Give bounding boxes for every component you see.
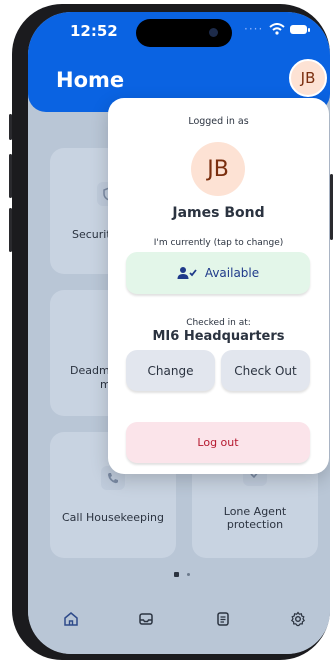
profile-avatar-button[interactable]: JB	[289, 59, 327, 97]
tab-notes[interactable]	[211, 607, 235, 631]
location-name: MI6 Headquarters	[152, 329, 285, 344]
dynamic-island	[136, 19, 232, 47]
avatar-initials: JB	[300, 69, 316, 87]
tab-inbox[interactable]	[134, 607, 158, 631]
tab-bar	[28, 597, 330, 654]
volume-down-button	[9, 208, 12, 252]
card-label: Lone Agent	[223, 505, 287, 518]
change-label: Change	[147, 363, 194, 378]
inbox-icon	[139, 613, 153, 625]
status-prompt: I'm currently (tap to change)	[153, 238, 284, 248]
profile-popover: Logged in as JB James Bond I'm currently…	[108, 98, 329, 474]
log-out-button[interactable]: Log out	[126, 422, 310, 463]
card-label: Call Housekeeping	[61, 511, 164, 524]
avatar-large: JB	[191, 142, 245, 196]
page-dot-active	[174, 572, 179, 577]
settings-icon	[290, 611, 306, 627]
home-icon	[64, 612, 78, 626]
change-button[interactable]: Change	[126, 350, 215, 391]
camera-icon	[209, 28, 218, 37]
mute-switch	[9, 114, 12, 140]
user-name: James Bond	[172, 205, 265, 221]
signal-icon: ····	[244, 22, 264, 36]
status-bar: 12:52 ····	[28, 12, 330, 52]
page-dot	[187, 573, 190, 576]
avatar-initials: JB	[207, 156, 229, 182]
battery-icon	[290, 25, 310, 34]
log-out-label: Log out	[197, 436, 239, 449]
card-label-line2: protection	[226, 518, 284, 531]
check-out-label: Check Out	[234, 363, 297, 378]
tab-settings[interactable]	[286, 607, 310, 631]
wifi-icon	[269, 23, 285, 35]
check-out-button[interactable]: Check Out	[221, 350, 310, 391]
page-title: Home	[56, 68, 125, 92]
tab-home[interactable]	[59, 607, 83, 631]
phone-frame: 12:52 ···· Home Securit Deadma m Call Ho…	[9, 4, 333, 660]
logged-in-caption: Logged in as	[188, 116, 249, 127]
app-screen: 12:52 ···· Home Securit Deadma m Call Ho…	[28, 12, 330, 654]
volume-up-button	[9, 154, 12, 198]
user-check-icon	[177, 267, 197, 279]
availability-button[interactable]: Available	[126, 252, 310, 294]
clipboard-icon	[217, 612, 229, 626]
availability-label: Available	[204, 266, 260, 280]
checked-in-label: Checked in at:	[186, 318, 251, 328]
status-time: 12:52	[70, 22, 118, 40]
